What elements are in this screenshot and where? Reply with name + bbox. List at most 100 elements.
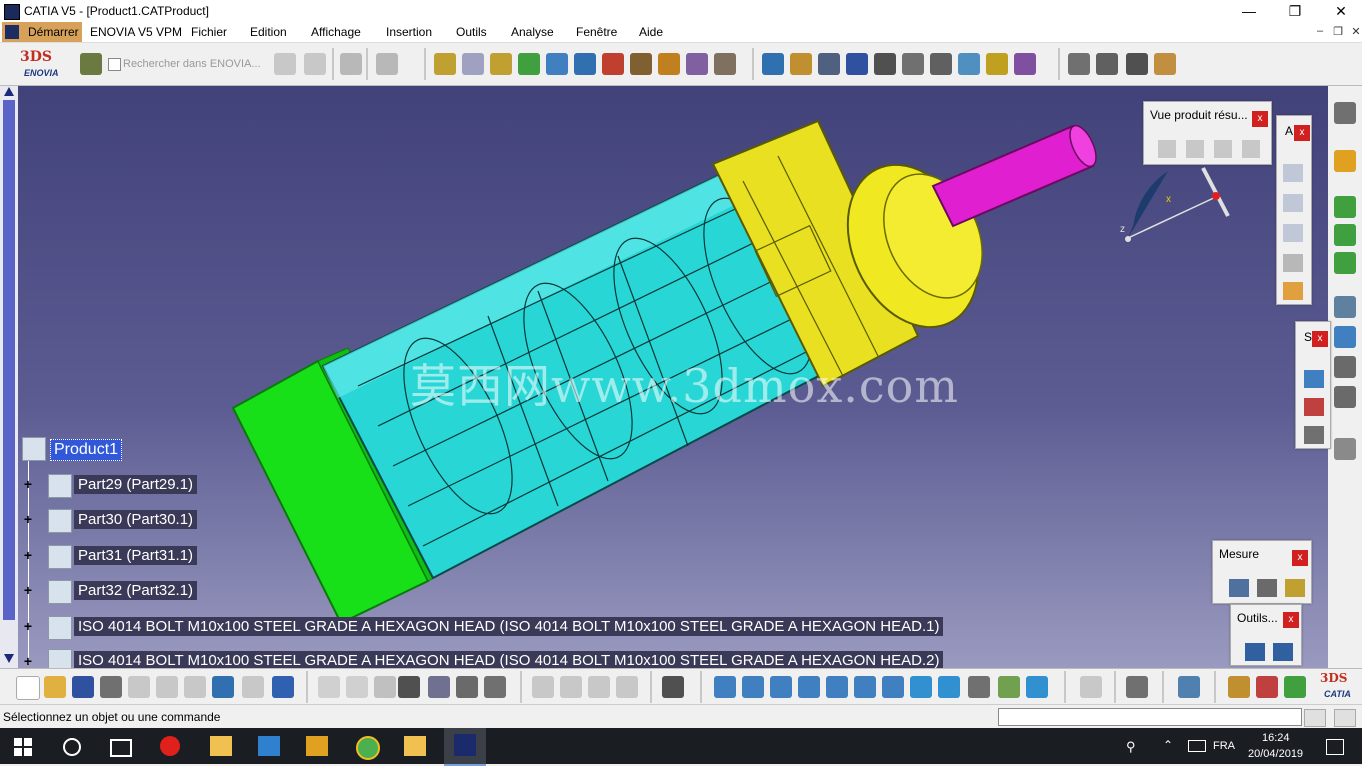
tree-scrollbar[interactable] bbox=[0, 86, 18, 668]
expand-bolt2-button[interactable]: + bbox=[22, 654, 34, 668]
tree-node-part29[interactable]: Part29 (Part29.1) bbox=[74, 475, 198, 494]
distance-icon[interactable] bbox=[1126, 53, 1148, 75]
clash-icon[interactable] bbox=[1068, 53, 1090, 75]
knowledge-icon[interactable] bbox=[1154, 53, 1176, 75]
new-product-icon[interactable] bbox=[490, 53, 512, 75]
close-window-button[interactable]: ✕ bbox=[1318, 0, 1362, 22]
scroll-thumb[interactable] bbox=[3, 100, 15, 620]
tree-icon[interactable] bbox=[428, 676, 450, 698]
enovia-filter-icon[interactable] bbox=[274, 53, 296, 75]
vue-icon-1[interactable] bbox=[1158, 140, 1176, 158]
multi-instantiation-icon[interactable] bbox=[714, 53, 736, 75]
menu-analyse[interactable]: Analyse bbox=[511, 25, 554, 39]
snap-grid-icon[interactable] bbox=[532, 676, 554, 698]
formula-icon[interactable] bbox=[318, 676, 340, 698]
menu-fichier[interactable]: Fichier bbox=[191, 25, 227, 39]
lock-icon[interactable] bbox=[456, 676, 478, 698]
stop-manipulate-icon[interactable] bbox=[846, 53, 868, 75]
annotation-panel-close-button[interactable]: x bbox=[1294, 125, 1310, 141]
menu-fenetre[interactable]: Fenêtre bbox=[576, 25, 617, 39]
abc-text-icon[interactable] bbox=[1283, 194, 1303, 212]
assembly-gear-icon[interactable] bbox=[434, 53, 456, 75]
media-player-icon[interactable] bbox=[306, 736, 328, 756]
explode-icon[interactable] bbox=[818, 53, 840, 75]
next-icon[interactable] bbox=[560, 676, 582, 698]
file-explorer-icon[interactable] bbox=[210, 736, 232, 756]
list-icon[interactable] bbox=[484, 676, 506, 698]
catalog-icon[interactable] bbox=[1334, 296, 1356, 318]
help-icon[interactable] bbox=[272, 676, 294, 698]
paste-icon[interactable] bbox=[184, 676, 206, 698]
structure-icon-2[interactable] bbox=[1304, 398, 1324, 416]
existing-component-icon[interactable] bbox=[546, 53, 568, 75]
expand-part32-button[interactable]: + bbox=[22, 583, 34, 597]
menu-insertion[interactable]: Insertion bbox=[386, 25, 432, 39]
menu-aide[interactable]: Aide bbox=[639, 25, 663, 39]
fit-all-icon[interactable] bbox=[742, 676, 764, 698]
outils-close-button[interactable]: x bbox=[1283, 612, 1299, 628]
swap-space-icon[interactable] bbox=[1026, 676, 1048, 698]
open-icon[interactable] bbox=[44, 676, 66, 698]
people-icon[interactable]: ⚲ bbox=[1126, 739, 1136, 755]
tree-node-part32[interactable]: Part32 (Part32.1) bbox=[74, 581, 198, 600]
contact-constraint-icon[interactable] bbox=[902, 53, 924, 75]
copy-icon[interactable] bbox=[156, 676, 178, 698]
undo-icon[interactable] bbox=[212, 676, 234, 698]
mesure-close-button[interactable]: x bbox=[1292, 550, 1308, 566]
render-style-icon[interactable] bbox=[968, 676, 990, 698]
measure-between-icon[interactable] bbox=[1229, 579, 1249, 597]
product-root-icon[interactable] bbox=[22, 437, 46, 461]
vue-icon-2[interactable] bbox=[1186, 140, 1204, 158]
scroll-down-icon[interactable] bbox=[4, 654, 14, 663]
group-icon[interactable] bbox=[616, 676, 638, 698]
comment-icon[interactable] bbox=[346, 676, 368, 698]
rotate-icon[interactable] bbox=[798, 676, 820, 698]
manipulation-icon[interactable] bbox=[762, 53, 784, 75]
command-options-button[interactable] bbox=[1304, 709, 1326, 727]
fix-component-icon[interactable] bbox=[986, 53, 1008, 75]
notification-icon[interactable] bbox=[1326, 739, 1344, 755]
search-icon[interactable] bbox=[63, 738, 81, 756]
redo-icon[interactable] bbox=[242, 676, 264, 698]
vue-produit-close-button[interactable]: x bbox=[1252, 111, 1268, 127]
tree-node-bolt2[interactable]: ISO 4014 BOLT M10x100 STEEL GRADE A HEXA… bbox=[74, 651, 944, 668]
structure-icon-1[interactable] bbox=[1304, 370, 1324, 388]
iso-view-icon[interactable] bbox=[938, 676, 960, 698]
scroll-up-icon[interactable] bbox=[4, 87, 14, 96]
language-indicator[interactable]: FRA bbox=[1213, 740, 1235, 752]
fly-icon[interactable] bbox=[714, 676, 736, 698]
publication-icon[interactable] bbox=[1334, 438, 1356, 460]
manage-representations-icon[interactable] bbox=[686, 53, 708, 75]
snap-icon[interactable] bbox=[790, 53, 812, 75]
enovia-search-icon[interactable] bbox=[80, 53, 102, 75]
search-checkbox[interactable] bbox=[108, 58, 121, 71]
graph-tree-reorder-icon[interactable] bbox=[602, 53, 624, 75]
angle-constraint-icon[interactable] bbox=[958, 53, 980, 75]
layer-icon[interactable] bbox=[588, 676, 610, 698]
offset-constraint-icon[interactable] bbox=[930, 53, 952, 75]
coincidence-constraint-icon[interactable] bbox=[874, 53, 896, 75]
expand-bolt1-button[interactable]: + bbox=[22, 619, 34, 633]
cut-icon[interactable] bbox=[128, 676, 150, 698]
task-view-icon[interactable] bbox=[110, 739, 132, 757]
opera-icon[interactable] bbox=[160, 736, 180, 756]
multi-view-icon[interactable] bbox=[910, 676, 932, 698]
structure-panel-close-button[interactable]: x bbox=[1312, 331, 1328, 347]
tree-node-bolt1[interactable]: ISO 4014 BOLT M10x100 STEEL GRADE A HEXA… bbox=[74, 617, 944, 636]
clock-time[interactable]: 16:24 bbox=[1262, 732, 1290, 744]
hide-show-icon[interactable] bbox=[998, 676, 1020, 698]
enovia-refresh-icon[interactable] bbox=[376, 53, 398, 75]
maximize-button[interactable]: ❐ bbox=[1272, 0, 1318, 22]
rule-icon[interactable] bbox=[374, 676, 396, 698]
apply-material-icon[interactable] bbox=[1256, 676, 1278, 698]
vue-icon-4[interactable] bbox=[1242, 140, 1260, 158]
insert-product-icon[interactable] bbox=[1334, 224, 1356, 246]
expand-part29-button[interactable]: + bbox=[22, 477, 34, 491]
print-icon[interactable] bbox=[100, 676, 122, 698]
color-icon[interactable] bbox=[1284, 676, 1306, 698]
save-icon[interactable] bbox=[72, 676, 94, 698]
pan-icon[interactable] bbox=[770, 676, 792, 698]
clock-date[interactable]: 20/04/2019 bbox=[1248, 748, 1303, 760]
zoom-in-icon[interactable] bbox=[826, 676, 848, 698]
folder-icon[interactable] bbox=[404, 736, 426, 756]
